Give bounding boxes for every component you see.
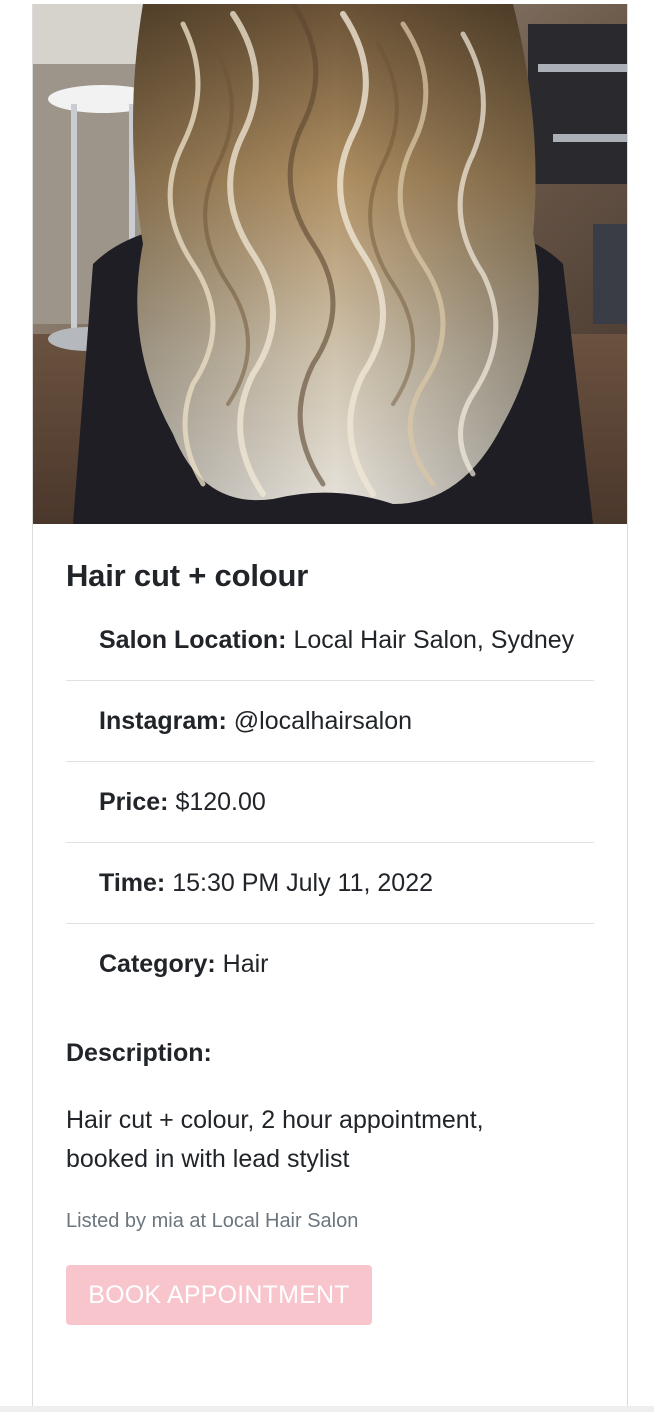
detail-label: Category: — [99, 950, 216, 979]
description-heading: Description: — [66, 1039, 212, 1068]
service-title: Hair cut + colour — [66, 558, 309, 593]
detail-value: $120.00 — [175, 788, 266, 817]
detail-salon-location: Salon Location: Local Hair Salon, Sydney — [66, 620, 594, 680]
description-text: Hair cut + colour, 2 hour appointment, b… — [66, 1106, 484, 1174]
detail-value: @localhairsalon — [233, 707, 413, 736]
detail-label: Price: — [99, 788, 169, 817]
detail-category: Category: Hair — [66, 923, 594, 1001]
page: Hair cut + colour Salon Location: Local … — [0, 0, 654, 1412]
detail-instagram: Instagram: @localhairsalon — [66, 680, 594, 761]
page-bottom-edge — [0, 1406, 654, 1412]
detail-time: Time: 15:30 PM July 11, 2022 — [66, 842, 594, 923]
detail-label: Instagram: — [99, 707, 227, 736]
detail-label: Time: — [99, 869, 166, 898]
card-body: Hair cut + colour Salon Location: Local … — [66, 544, 594, 1326]
service-details-list: Salon Location: Local Hair Salon, Sydney… — [66, 620, 594, 1001]
book-appointment-button[interactable]: BOOK APPOINTMENT — [66, 1265, 372, 1326]
detail-value: 15:30 PM July 11, 2022 — [172, 869, 434, 898]
detail-value: Local Hair Salon, Sydney — [293, 626, 575, 655]
detail-value: Hair — [222, 950, 269, 979]
service-card: Hair cut + colour Salon Location: Local … — [32, 4, 628, 1412]
service-photo — [33, 4, 627, 524]
listed-by-text: Listed by mia at Local Hair Salon — [66, 1210, 359, 1233]
detail-price: Price: $120.00 — [66, 761, 594, 842]
detail-label: Salon Location: — [99, 626, 287, 655]
